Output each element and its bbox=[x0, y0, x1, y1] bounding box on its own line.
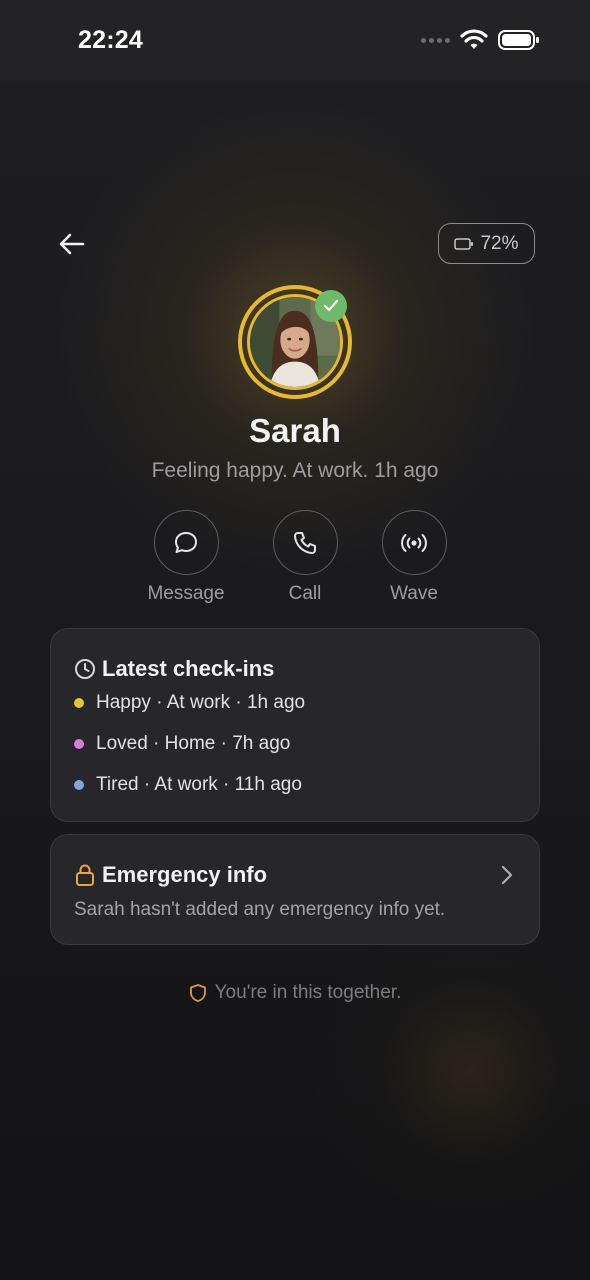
mood-dot-happy bbox=[74, 698, 84, 708]
emergency-title: Emergency info bbox=[102, 862, 268, 887]
emergency-info-card[interactable]: Emergency info Sarah hasn't added any em… bbox=[50, 834, 540, 945]
call-label: Call bbox=[288, 583, 322, 604]
arrow-left-icon bbox=[59, 233, 85, 255]
checkin-item: Happy · At work · 1h ago bbox=[74, 692, 305, 714]
wave-button[interactable]: Wave bbox=[364, 510, 464, 605]
emergency-text: Sarah hasn't added any emergency info ye… bbox=[74, 899, 446, 920]
checkins-card: Latest check-ins Happy · At work · 1h ag… bbox=[50, 628, 540, 822]
emergency-header: Emergency info bbox=[74, 862, 267, 888]
online-check-icon bbox=[315, 290, 347, 322]
chevron-right-icon bbox=[501, 865, 513, 885]
checkins-header: Latest check-ins bbox=[74, 656, 274, 682]
lock-icon bbox=[76, 864, 94, 886]
clock: 22:24 bbox=[78, 26, 143, 54]
signal-dots-icon bbox=[421, 37, 450, 43]
battery-outline-icon bbox=[454, 237, 474, 250]
checkin-text: Loved · Home · 7h ago bbox=[96, 733, 291, 754]
clock-icon bbox=[75, 659, 95, 679]
footer: You're in this together. bbox=[0, 982, 590, 1004]
battery-level: 72% bbox=[480, 232, 519, 254]
status-icons bbox=[421, 28, 540, 52]
wave-label: Wave bbox=[390, 583, 438, 604]
wifi-icon bbox=[460, 29, 488, 49]
message-label: Message bbox=[147, 583, 225, 604]
avatar bbox=[238, 285, 352, 399]
message-button[interactable]: Message bbox=[136, 510, 236, 605]
profile-status: Feeling happy. At work. 1h ago bbox=[151, 459, 439, 482]
shield-icon bbox=[189, 984, 206, 1002]
battery-icon bbox=[498, 30, 539, 50]
mood-dot-loved bbox=[74, 739, 84, 749]
footer-text: You're in this together. bbox=[214, 982, 402, 1003]
call-circle[interactable] bbox=[272, 510, 338, 575]
back-button[interactable] bbox=[56, 228, 88, 260]
status-bar: 22:24 bbox=[0, 0, 590, 80]
battery-badge: 72% bbox=[438, 223, 535, 264]
mood-dot-tired bbox=[74, 780, 84, 790]
profile-name: Sarah bbox=[249, 412, 341, 449]
checkin-text: Tired · At work · 11h ago bbox=[96, 774, 302, 795]
wave-circle[interactable] bbox=[381, 510, 447, 575]
checkin-item: Tired · At work · 11h ago bbox=[74, 774, 302, 796]
checkin-item: Loved · Home · 7h ago bbox=[74, 733, 290, 755]
checkins-title: Latest check-ins bbox=[102, 656, 275, 681]
message-circle[interactable] bbox=[153, 510, 219, 575]
chat-bubble-icon bbox=[175, 531, 197, 553]
call-button[interactable]: Call bbox=[255, 510, 355, 605]
phone-icon bbox=[294, 531, 316, 554]
broadcast-icon bbox=[401, 533, 427, 552]
checkin-text: Happy · At work · 1h ago bbox=[96, 692, 306, 713]
